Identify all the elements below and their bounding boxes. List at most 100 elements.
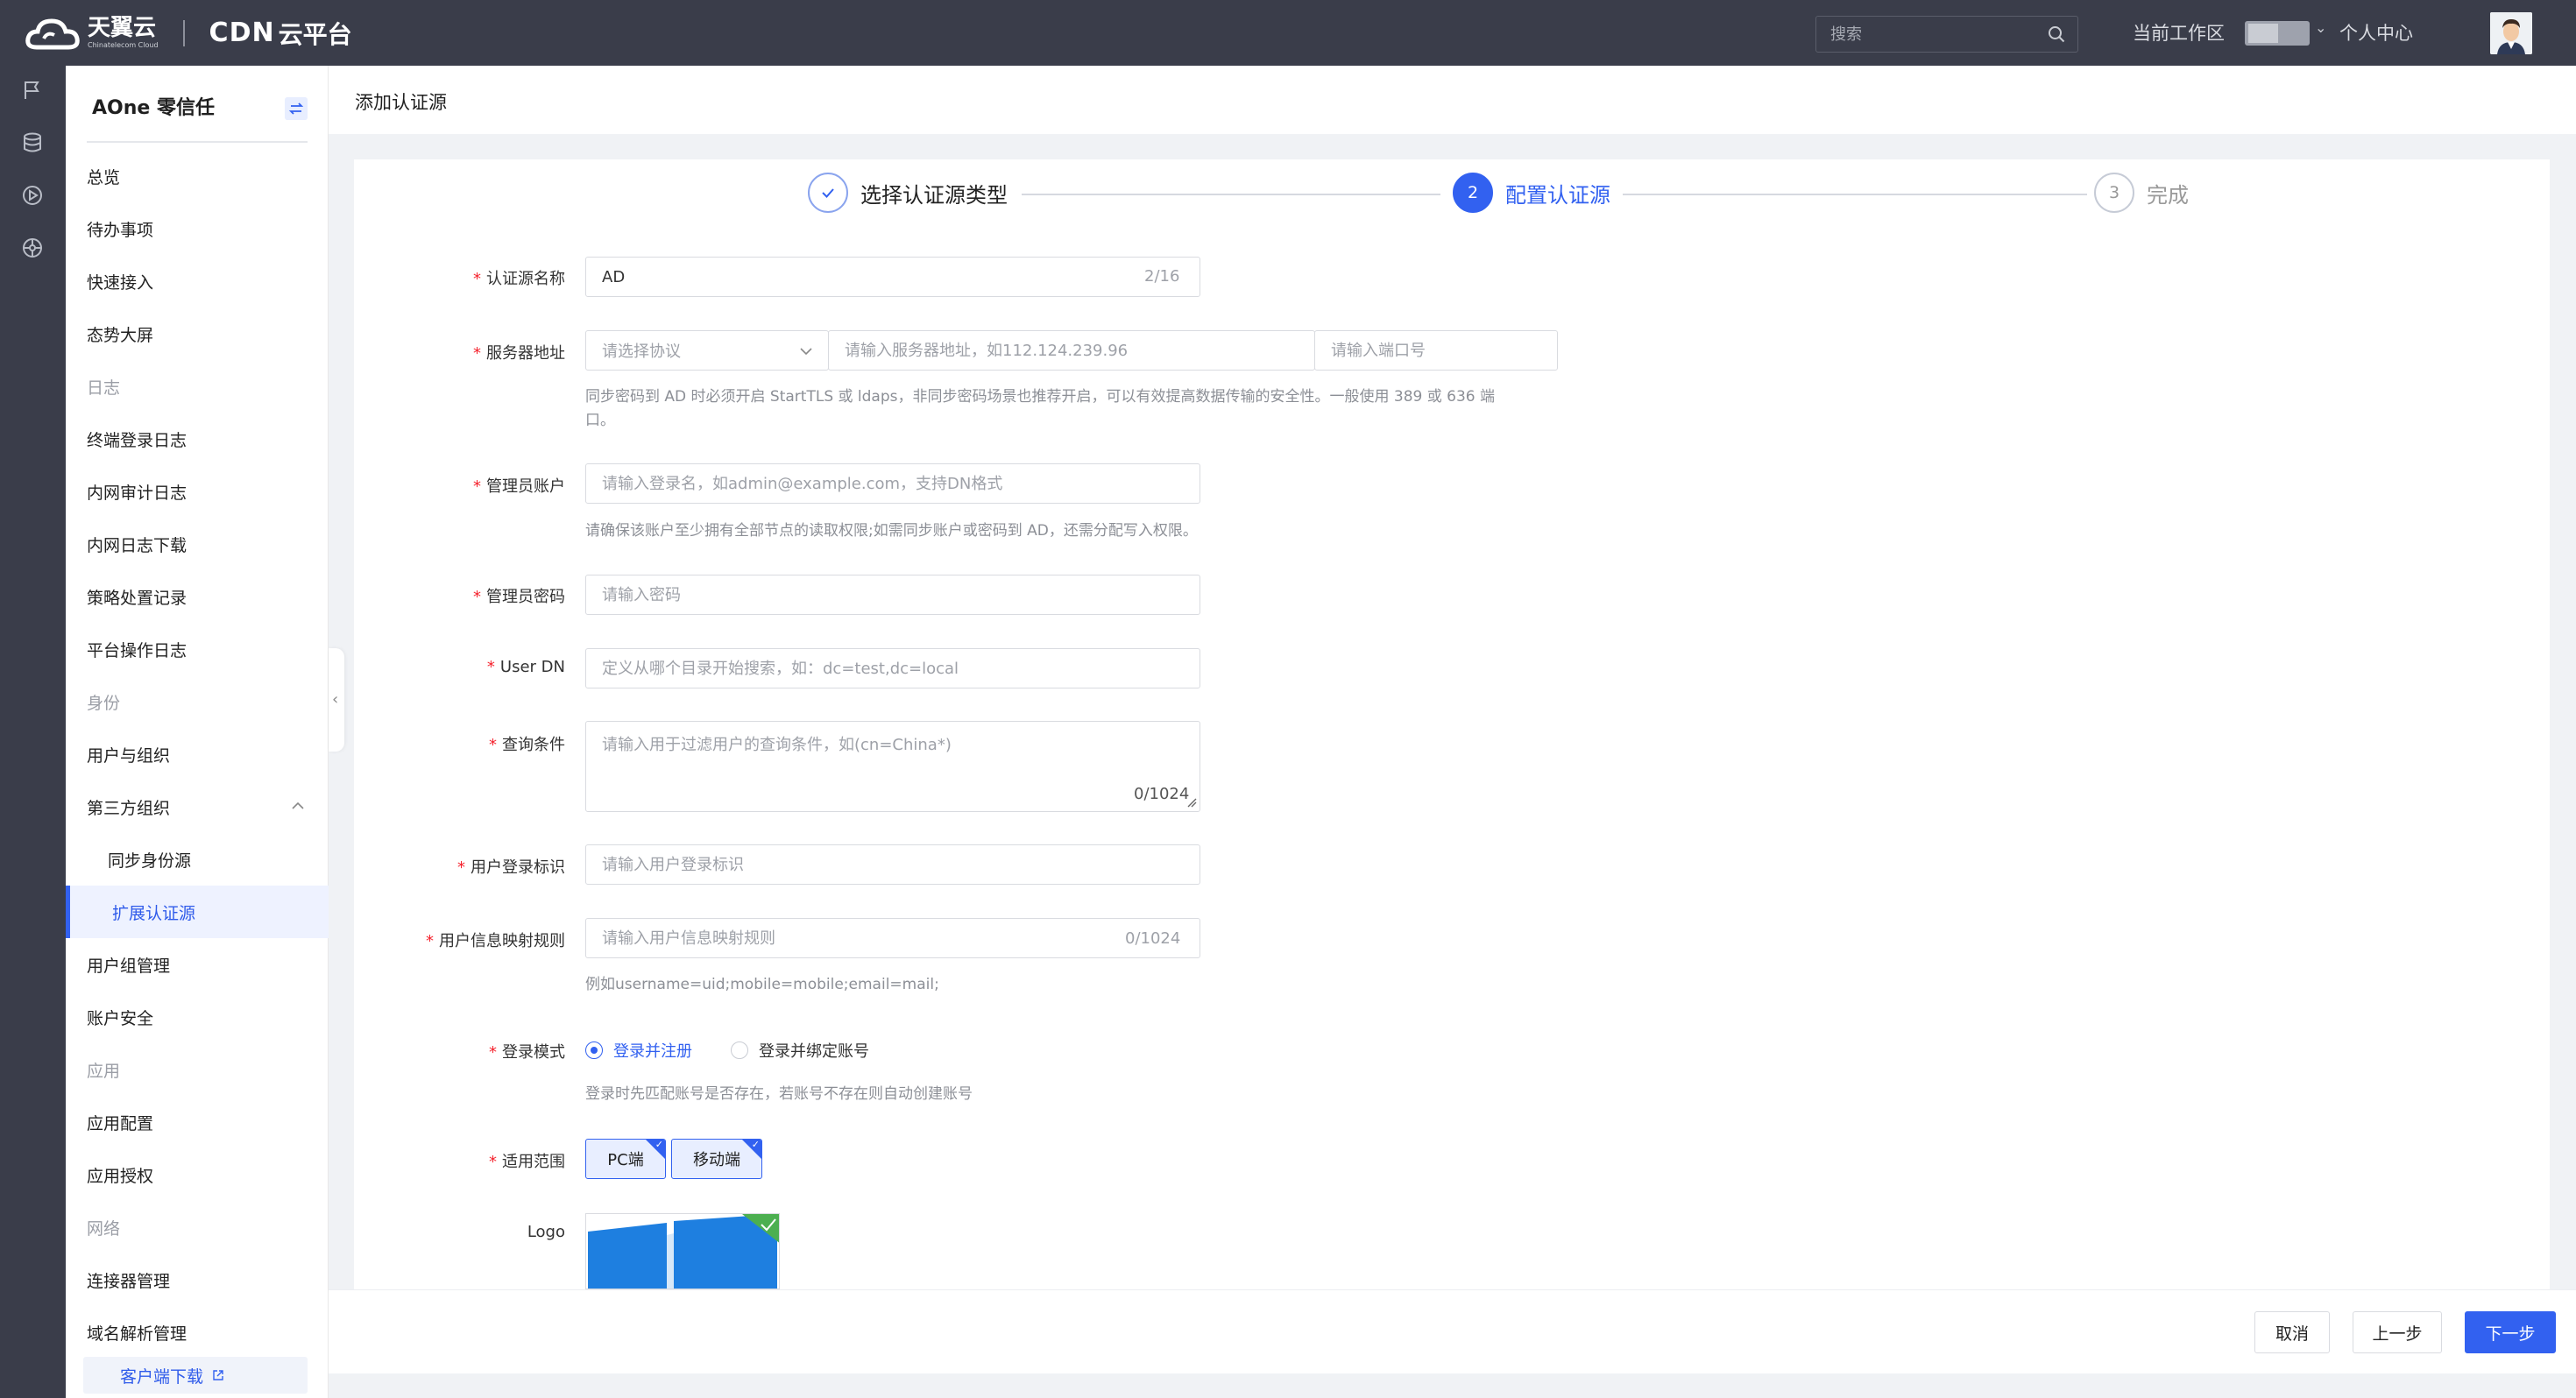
- sidebar-collapse-handle[interactable]: ‹: [329, 648, 344, 752]
- brand-logo[interactable]: 天翼云 Chinatelecom Cloud CDN 云平台: [0, 0, 352, 66]
- step-configure: 2 配置认证源: [1453, 173, 1610, 213]
- sidebar-item[interactable]: 待办事项: [87, 202, 329, 255]
- login-id-label: * 用户登录标识: [457, 858, 565, 877]
- client-download-link[interactable]: 客户端下载: [83, 1357, 308, 1394]
- step-number: 3: [2094, 173, 2134, 213]
- logo-divider: [182, 19, 185, 46]
- sidebar-group-label: 日志: [87, 360, 329, 413]
- protocol-select[interactable]: 请选择协议: [585, 330, 829, 371]
- switch-icon[interactable]: [285, 97, 308, 120]
- server-label: * 服务器地址: [473, 344, 565, 363]
- admin-account-input[interactable]: [585, 463, 1200, 504]
- scope-mobile-chip[interactable]: 移动端 ✓: [671, 1139, 762, 1179]
- search-icon[interactable]: [2048, 25, 2065, 43]
- step-select-type: 选择认证源类型: [808, 173, 1008, 213]
- sidebar-item-label: 内网审计日志: [87, 483, 188, 503]
- brand-name: 天翼云: [88, 15, 157, 41]
- mapping-label: * 用户信息映射规则: [426, 932, 565, 950]
- logo-upload-preview[interactable]: [585, 1213, 780, 1289]
- sidebar-item[interactable]: 域名解析管理: [87, 1306, 329, 1359]
- sidebar-item-label: 应用授权: [87, 1166, 154, 1186]
- login-id-input[interactable]: [585, 844, 1200, 885]
- top-search-input[interactable]: [1816, 17, 2035, 52]
- step-connector: [1623, 194, 2087, 195]
- port-input[interactable]: [1314, 330, 1558, 371]
- admin-password-input[interactable]: [585, 575, 1200, 615]
- dashboard-icon[interactable]: [20, 236, 45, 260]
- next-button[interactable]: 下一步: [2465, 1311, 2556, 1353]
- logo-label: Logo: [527, 1223, 565, 1241]
- sidebar-item-label: 用户与组织: [87, 745, 171, 766]
- name-input[interactable]: [585, 257, 1200, 297]
- chip-label: 移动端: [693, 1151, 740, 1169]
- sidebar-item-label: 账户安全: [87, 1008, 154, 1028]
- chevron-down-icon[interactable]: ⌄: [2315, 19, 2326, 36]
- sidebar-item[interactable]: 账户安全: [87, 991, 329, 1043]
- scope-pc-chip[interactable]: PC端 ✓: [585, 1139, 666, 1179]
- page-title: 添加认证源: [355, 92, 447, 113]
- mapping-count: 0/1024: [1125, 929, 1181, 948]
- sidebar-item-label: 态势大屏: [87, 325, 154, 345]
- sidebar-item-label: 连接器管理: [87, 1271, 171, 1291]
- sidebar-item[interactable]: 总览: [87, 150, 329, 202]
- chip-label: PC端: [607, 1151, 644, 1169]
- sidebar-item[interactable]: 连接器管理: [87, 1253, 329, 1306]
- sidebar-group-label: 应用: [87, 1043, 329, 1096]
- sidebar-item[interactable]: 态势大屏: [87, 307, 329, 360]
- sidebar-item[interactable]: 策略处置记录: [87, 570, 329, 623]
- sidebar-item[interactable]: 扩展认证源: [66, 886, 329, 938]
- login-register-radio[interactable]: 登录并注册: [585, 1039, 692, 1062]
- sidebar-item-label: 终端登录日志: [87, 430, 188, 450]
- sidebar-item[interactable]: 内网审计日志: [87, 465, 329, 518]
- flag-icon[interactable]: [20, 78, 45, 102]
- personal-center-link[interactable]: 个人中心: [2339, 19, 2413, 46]
- query-textarea[interactable]: [585, 721, 1200, 812]
- step-number: 2: [1453, 173, 1493, 213]
- top-search-box[interactable]: [1815, 16, 2078, 53]
- avatar[interactable]: [2490, 12, 2532, 54]
- login-bind-radio[interactable]: 登录并绑定账号: [731, 1039, 869, 1062]
- play-circle-icon[interactable]: [20, 183, 45, 208]
- step-label: 配置认证源: [1505, 182, 1610, 208]
- sidebar-item[interactable]: 平台操作日志: [87, 623, 329, 675]
- sidebar-item[interactable]: 用户组管理: [87, 938, 329, 991]
- sidebar-item[interactable]: 同步身份源: [87, 833, 329, 886]
- workspace-select[interactable]: [2245, 21, 2310, 46]
- sidebar-item-label: 应用配置: [87, 1113, 154, 1133]
- check-icon: [808, 173, 848, 213]
- sidebar-item[interactable]: 终端登录日志: [87, 413, 329, 465]
- sidebar-item-label: 同步身份源: [108, 851, 192, 871]
- page-header: 添加认证源: [329, 66, 2576, 134]
- chevron-up-icon[interactable]: [292, 801, 304, 810]
- sidebar-item-label: 扩展认证源: [112, 903, 196, 923]
- radio-unchecked-icon: [731, 1041, 748, 1059]
- user-dn-input[interactable]: [585, 648, 1200, 688]
- radio-checked-icon: [585, 1041, 603, 1059]
- sidebar-item[interactable]: 应用配置: [87, 1096, 329, 1148]
- server-help-line1: 同步密码到 AD 时必须开启 StartTLS 或 ldaps，非同步密码场景也…: [585, 388, 1496, 406]
- sidebar-item[interactable]: 第三方组织: [87, 780, 329, 833]
- name-count: 2/16: [1144, 267, 1180, 286]
- sidebar-item[interactable]: 用户与组织: [87, 728, 329, 780]
- mapping-input[interactable]: [585, 918, 1200, 958]
- cancel-button[interactable]: 取消: [2254, 1311, 2330, 1353]
- sidebar-item[interactable]: 应用授权: [87, 1148, 329, 1201]
- sidebar-item-label: 总览: [87, 167, 121, 187]
- product-cdn: CDN: [209, 18, 275, 48]
- sidebar-item-label: 策略处置记录: [87, 588, 188, 608]
- user-dn-label: * User DN: [486, 658, 565, 676]
- database-icon[interactable]: [20, 131, 45, 155]
- query-count: 0/1024: [1134, 785, 1190, 803]
- login-mode-help: 登录时先匹配账号是否存在，若账号不存在则自动创建账号: [585, 1085, 973, 1103]
- resize-handle-icon[interactable]: [1186, 797, 1197, 808]
- user-avatar-icon: [2490, 12, 2532, 54]
- server-address-input[interactable]: [828, 330, 1315, 371]
- scope-label: * 适用范围: [489, 1153, 565, 1171]
- step-label: 完成: [2147, 182, 2189, 208]
- admin-account-label: * 管理员账户: [473, 477, 565, 496]
- sidebar-item-label: 内网日志下载: [87, 535, 188, 555]
- name-label: * 认证源名称: [473, 270, 565, 288]
- sidebar-item[interactable]: 快速接入: [87, 255, 329, 307]
- previous-button[interactable]: 上一步: [2353, 1311, 2442, 1353]
- sidebar-item[interactable]: 内网日志下载: [87, 518, 329, 570]
